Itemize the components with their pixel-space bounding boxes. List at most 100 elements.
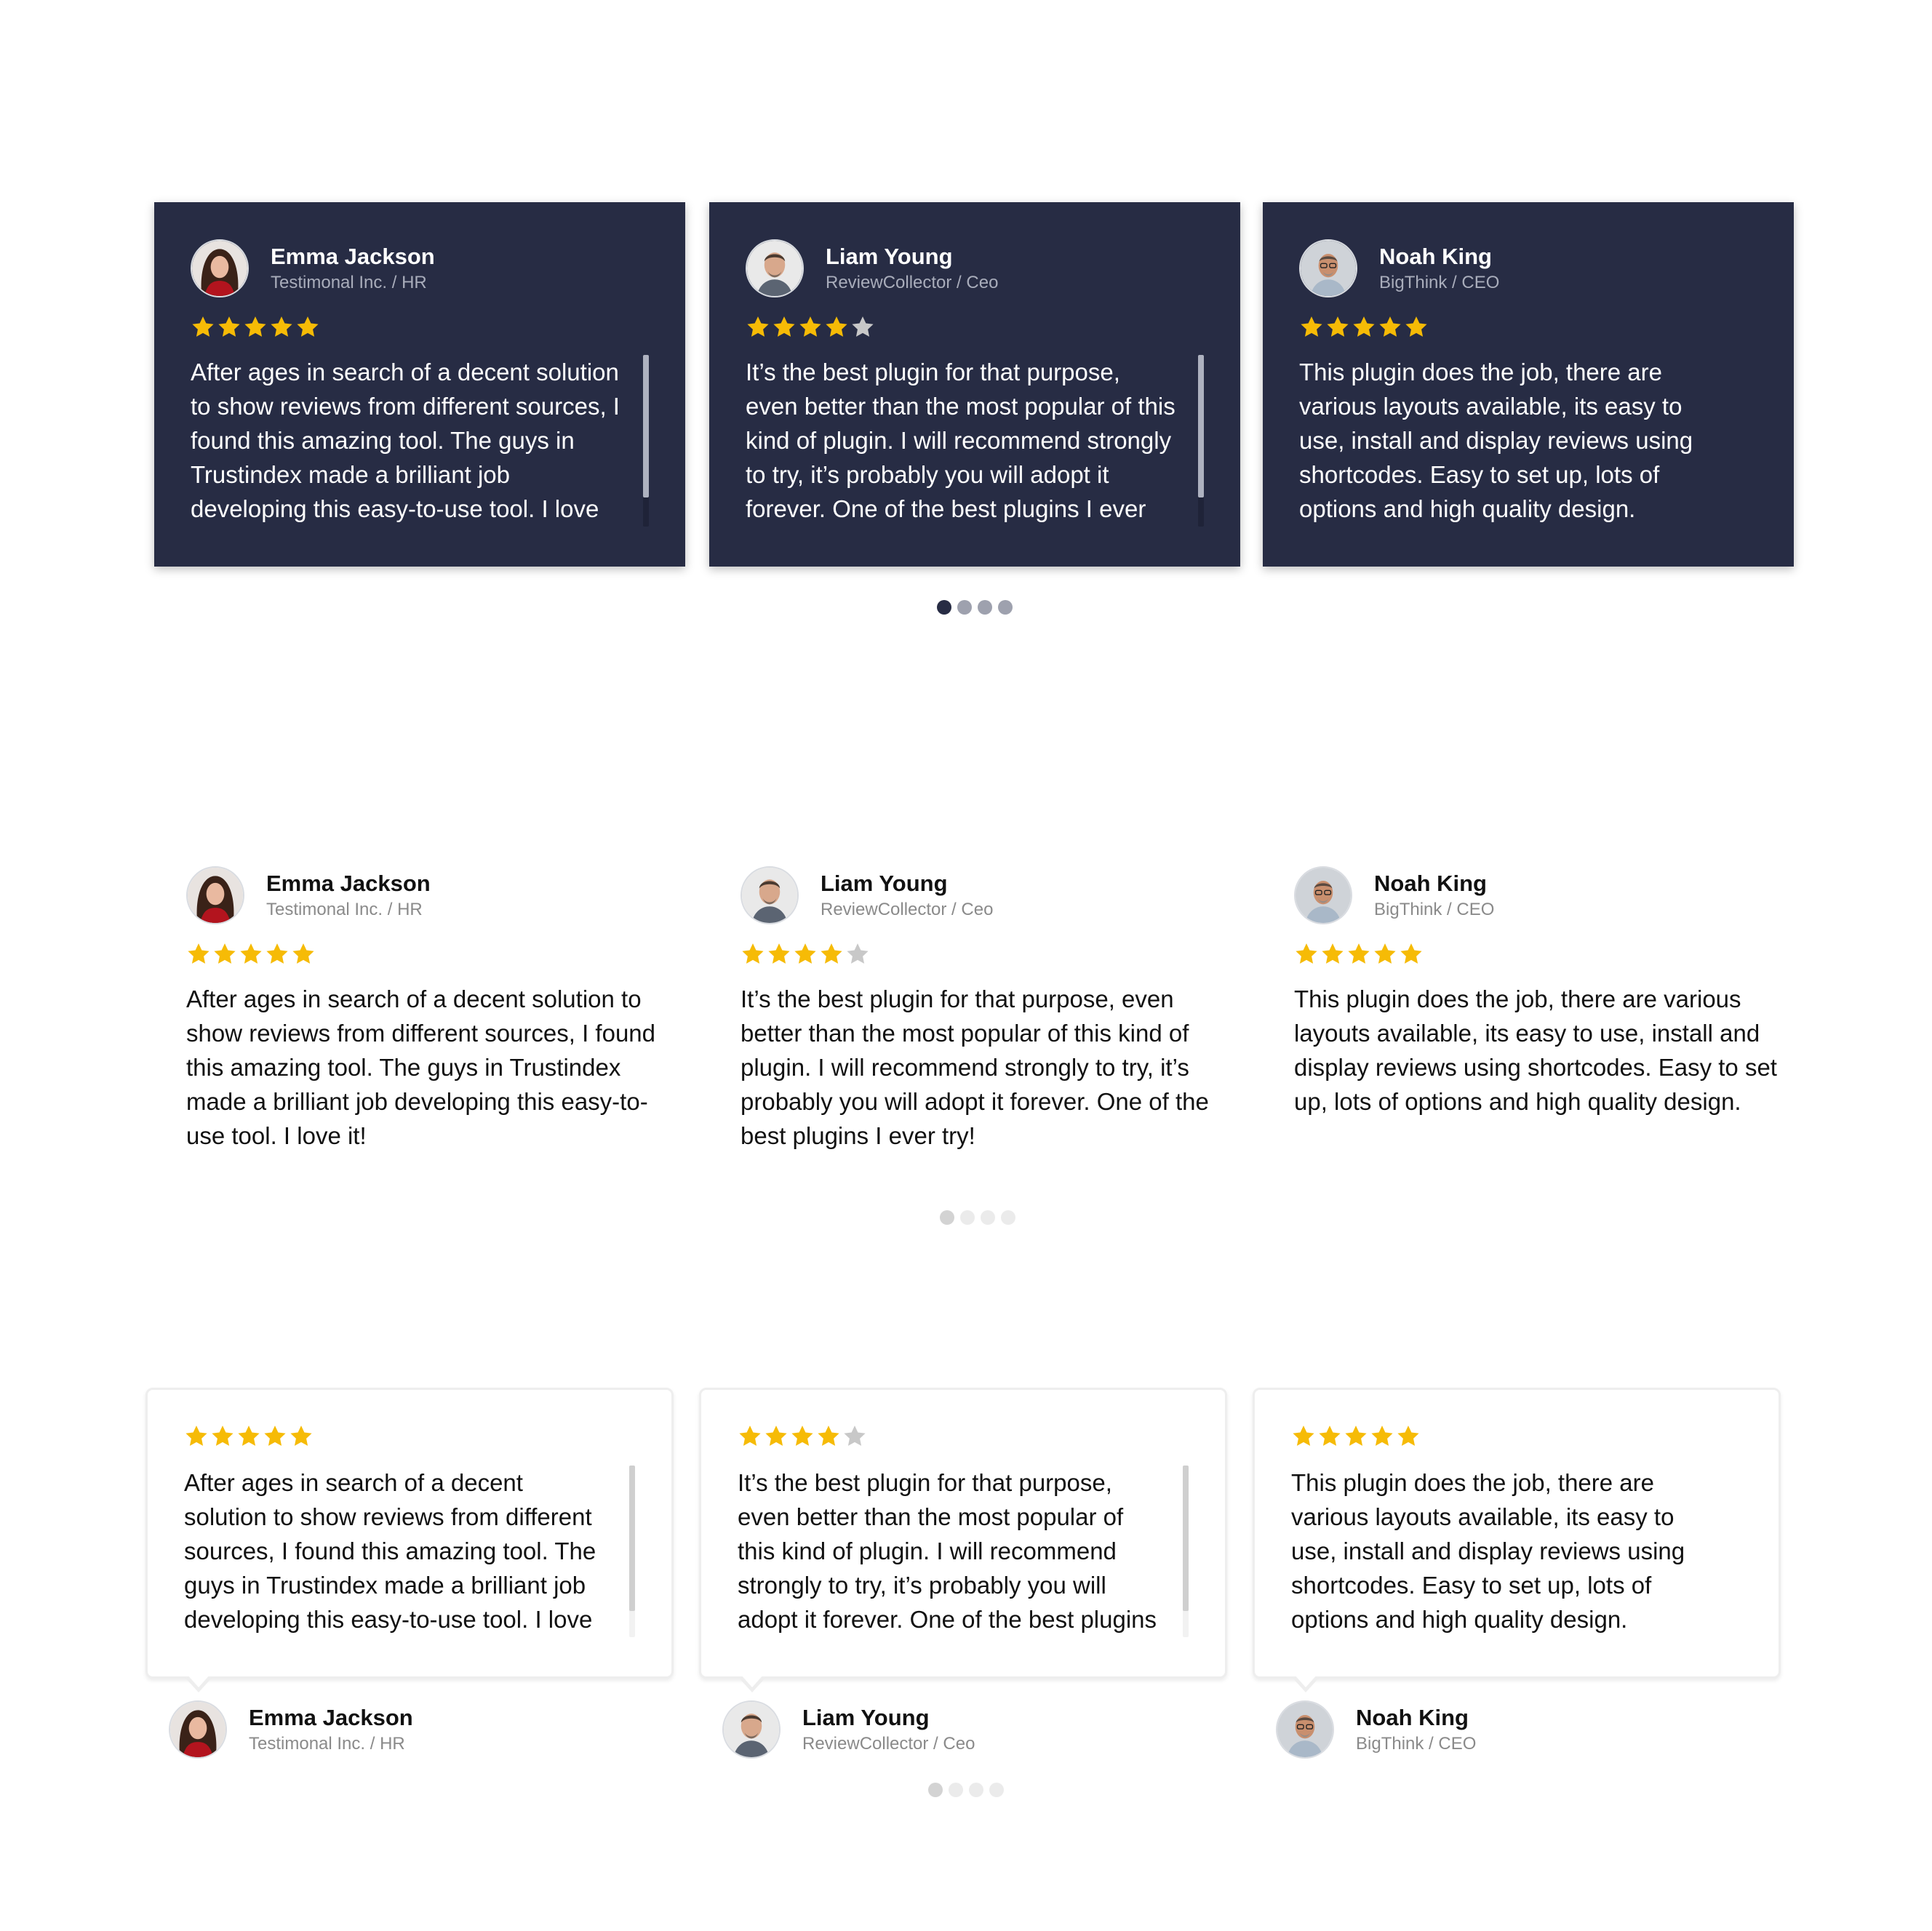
reviewer-name: Emma Jackson (266, 871, 431, 896)
avatar (722, 1700, 781, 1759)
bubble-tail (184, 1674, 213, 1692)
pagination-dot[interactable] (998, 600, 1013, 615)
star-filled-icon (1371, 1426, 1393, 1446)
star-filled-icon (1348, 943, 1370, 964)
pagination-dot[interactable] (978, 600, 992, 615)
pagination-dots (940, 1210, 1015, 1225)
avatar (741, 866, 799, 924)
star-filled-icon (266, 943, 288, 964)
review-author: Liam Young ReviewCollector / Ceo (722, 1700, 975, 1759)
star-filled-icon (1296, 943, 1317, 964)
avatar (169, 1700, 227, 1759)
review-text-scroll-area[interactable]: It’s the best plugin for that purpose, e… (746, 355, 1204, 527)
reviewer-company: ReviewCollector / Ceo (821, 900, 994, 919)
scrollbar[interactable] (629, 1466, 635, 1637)
star-rating (1294, 941, 1789, 967)
star-filled-icon (791, 1426, 813, 1446)
star-filled-icon (1322, 943, 1344, 964)
reviewer-company: BigThink / CEO (1356, 1734, 1477, 1754)
pagination-dot[interactable] (928, 1783, 943, 1797)
pagination-dot[interactable] (949, 1783, 963, 1797)
pagination-dot[interactable] (981, 1210, 995, 1225)
male-portrait-icon (742, 868, 797, 923)
star-filled-icon (818, 1426, 839, 1446)
star-filled-icon (739, 1426, 761, 1446)
pagination-dot[interactable] (957, 600, 972, 615)
review-text: It’s the best plugin for that purpose, e… (738, 1469, 1157, 1633)
pagination-dot[interactable] (1001, 1210, 1015, 1225)
female-portrait-icon (170, 1702, 225, 1757)
star-filled-icon (297, 316, 319, 337)
star-filled-icon (1374, 943, 1396, 964)
reviewer-company: BigThink / CEO (1379, 273, 1500, 292)
reviewer-company: BigThink / CEO (1374, 900, 1495, 919)
reviewer-company: Testimonal Inc. / HR (249, 1734, 405, 1754)
star-filled-icon (765, 1426, 787, 1446)
star-filled-icon (238, 1426, 260, 1446)
pagination-dot[interactable] (937, 600, 951, 615)
review-author: Noah King BigThink / CEO (1276, 1700, 1476, 1759)
review-text: This plugin does the job, there are vari… (1299, 359, 1693, 522)
avatar (746, 239, 804, 297)
male-portrait-icon (747, 241, 802, 296)
star-filled-icon (1301, 316, 1322, 337)
reviewer-name: Emma Jackson (271, 244, 435, 269)
pagination-dot[interactable] (940, 1210, 954, 1225)
star-rating (738, 1423, 1189, 1450)
avatar (191, 239, 249, 297)
review-card: Noah King BigThink / CEO This plugin doe… (1294, 865, 1789, 1119)
review-text-scroll-area[interactable]: After ages in search of a decent solutio… (191, 355, 649, 527)
reviewer-name: Liam Young (802, 1705, 930, 1730)
star-filled-icon (185, 1426, 207, 1446)
review-card: Liam Young ReviewCollector / Ceo It’s th… (709, 202, 1240, 567)
scrollbar[interactable] (1198, 355, 1204, 527)
review-text-scroll-area[interactable]: After ages in search of a decent solutio… (184, 1466, 635, 1637)
pagination-dot[interactable] (989, 1783, 1004, 1797)
review-header: Noah King BigThink / CEO (1299, 239, 1757, 298)
review-text: This plugin does the job, there are vari… (1291, 1469, 1685, 1633)
bubble-tail (1291, 1674, 1320, 1692)
review-text-scroll-area: This plugin does the job, there are vari… (1299, 355, 1757, 527)
review-text: After ages in search of a decent solutio… (186, 986, 656, 1149)
star-filled-icon (290, 1426, 312, 1446)
reviewer-company: Testimonal Inc. / HR (266, 900, 423, 919)
reviewer-name: Emma Jackson (249, 1705, 413, 1730)
star-rating (746, 314, 1204, 340)
pagination-dot[interactable] (960, 1210, 975, 1225)
male-glasses-portrait-icon (1296, 868, 1351, 923)
star-filled-icon (747, 316, 769, 337)
star-filled-icon (1353, 316, 1375, 337)
star-filled-icon (264, 1426, 286, 1446)
scroll-thumb[interactable] (643, 355, 649, 497)
review-text-scroll-area[interactable]: It’s the best plugin for that purpose, e… (738, 1466, 1189, 1637)
scrollbar[interactable] (1183, 1466, 1189, 1637)
avatar (1299, 239, 1357, 297)
scroll-thumb[interactable] (1183, 1466, 1189, 1611)
star-filled-icon (794, 943, 816, 964)
review-header: Emma Jackson Testimonal Inc. / HR (186, 865, 681, 925)
star-filled-icon (742, 943, 764, 964)
scroll-thumb[interactable] (1198, 355, 1204, 497)
avatar (186, 866, 244, 924)
star-rating (186, 941, 681, 967)
star-filled-icon (799, 316, 821, 337)
review-bubble: After ages in search of a decent solutio… (145, 1388, 674, 1692)
star-filled-icon (212, 1426, 233, 1446)
star-filled-icon (292, 943, 314, 964)
review-card: Emma Jackson Testimonal Inc. / HR After … (186, 865, 681, 1153)
star-rating (184, 1423, 635, 1450)
star-rating (1291, 1423, 1742, 1450)
pagination-dot[interactable] (969, 1783, 983, 1797)
scrollbar[interactable] (643, 355, 649, 527)
review-header: Emma Jackson Testimonal Inc. / HR (191, 239, 649, 298)
star-filled-icon (188, 943, 209, 964)
scroll-thumb[interactable] (629, 1466, 635, 1611)
review-text: This plugin does the job, there are vari… (1294, 986, 1777, 1115)
star-filled-icon (244, 316, 266, 337)
reviewer-company: ReviewCollector / Ceo (802, 1734, 975, 1754)
star-rating (191, 314, 649, 340)
star-empty-icon (852, 316, 874, 337)
reviewer-company: ReviewCollector / Ceo (826, 273, 999, 292)
review-bubble: It’s the best plugin for that purpose, e… (699, 1388, 1227, 1692)
male-portrait-icon (724, 1702, 779, 1757)
